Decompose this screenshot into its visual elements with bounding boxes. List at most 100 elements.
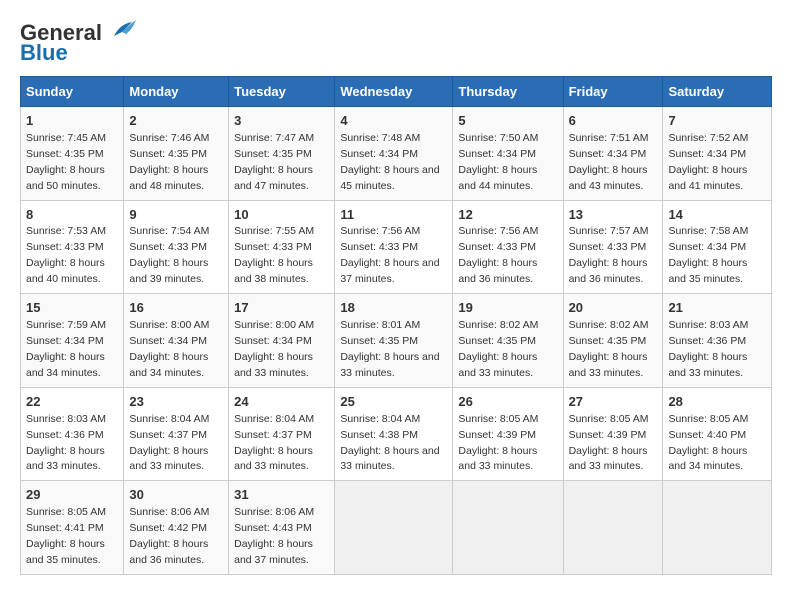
- calendar-week-5: 29Sunrise: 8:05 AMSunset: 4:41 PMDayligh…: [21, 481, 772, 575]
- day-number: 23: [129, 393, 223, 412]
- calendar-cell: 10Sunrise: 7:55 AMSunset: 4:33 PMDayligh…: [229, 200, 335, 294]
- weekday-header-friday: Friday: [563, 77, 663, 107]
- sunrise-info: Sunrise: 7:53 AM: [26, 225, 106, 237]
- daylight-info: Daylight: 8 hours and 33 minutes.: [340, 445, 439, 473]
- daylight-info: Daylight: 8 hours and 36 minutes.: [569, 257, 648, 285]
- weekday-header-sunday: Sunday: [21, 77, 124, 107]
- day-number: 15: [26, 299, 118, 318]
- day-number: 21: [668, 299, 766, 318]
- weekday-header-saturday: Saturday: [663, 77, 772, 107]
- day-number: 13: [569, 206, 658, 225]
- logo-blue: Blue: [20, 40, 68, 66]
- sunrise-info: Sunrise: 7:45 AM: [26, 132, 106, 144]
- day-number: 1: [26, 112, 118, 131]
- sunset-info: Sunset: 4:33 PM: [569, 241, 647, 253]
- day-number: 5: [458, 112, 557, 131]
- day-number: 10: [234, 206, 329, 225]
- day-number: 24: [234, 393, 329, 412]
- page-header: General Blue: [20, 20, 772, 66]
- sunrise-info: Sunrise: 8:03 AM: [668, 319, 748, 331]
- day-number: 6: [569, 112, 658, 131]
- daylight-info: Daylight: 8 hours and 36 minutes.: [129, 538, 208, 566]
- calendar-week-4: 22Sunrise: 8:03 AMSunset: 4:36 PMDayligh…: [21, 387, 772, 481]
- day-number: 28: [668, 393, 766, 412]
- sunrise-info: Sunrise: 8:06 AM: [234, 506, 314, 518]
- calendar-week-1: 1Sunrise: 7:45 AMSunset: 4:35 PMDaylight…: [21, 107, 772, 201]
- sunset-info: Sunset: 4:34 PM: [668, 148, 746, 160]
- day-number: 19: [458, 299, 557, 318]
- calendar-week-3: 15Sunrise: 7:59 AM Sunset: 4:34 PM Dayligh…: [21, 294, 772, 388]
- day-number: 27: [569, 393, 658, 412]
- calendar-cell: 9Sunrise: 7:54 AMSunset: 4:33 PMDaylight…: [124, 200, 229, 294]
- sunrise-info: Sunrise: 8:04 AM: [234, 413, 314, 425]
- calendar-cell: [663, 481, 772, 575]
- sunset-info: Sunset: 4:34 PM: [569, 148, 647, 160]
- calendar-cell: 13Sunrise: 7:57 AM Sunset: 4:33 PM Dayligh…: [563, 200, 663, 294]
- sunset-info: Sunset: 4:38 PM: [340, 429, 418, 441]
- calendar-cell: 2Sunrise: 7:46 AMSunset: 4:35 PMDaylight…: [124, 107, 229, 201]
- day-number: 20: [569, 299, 658, 318]
- sunset-info: Sunset: 4:35 PM: [129, 148, 207, 160]
- sunset-info: Sunset: 4:39 PM: [569, 429, 647, 441]
- calendar-cell: 1Sunrise: 7:45 AMSunset: 4:35 PMDaylight…: [21, 107, 124, 201]
- sunset-info: Sunset: 4:34 PM: [458, 148, 536, 160]
- logo-bird-icon: [106, 18, 138, 40]
- calendar-week-2: 8Sunrise: 7:53 AM Sunset: 4:33 PM Daylight…: [21, 200, 772, 294]
- calendar-cell: 21Sunrise: 8:03 AMSunset: 4:36 PMDayligh…: [663, 294, 772, 388]
- day-number: 8: [26, 206, 118, 225]
- daylight-info: Daylight: 8 hours and 35 minutes.: [668, 257, 747, 285]
- logo: General Blue: [20, 20, 138, 66]
- day-number: 16: [129, 299, 223, 318]
- sunrise-info: Sunrise: 7:59 AM: [26, 319, 106, 331]
- daylight-info: Daylight: 8 hours and 37 minutes.: [234, 538, 313, 566]
- daylight-info: Daylight: 8 hours and 33 minutes.: [458, 445, 537, 473]
- sunset-info: Sunset: 4:34 PM: [129, 335, 207, 347]
- calendar-cell: 14Sunrise: 7:58 AMSunset: 4:34 PMDayligh…: [663, 200, 772, 294]
- sunrise-info: Sunrise: 8:06 AM: [129, 506, 209, 518]
- sunrise-info: Sunrise: 8:04 AM: [129, 413, 209, 425]
- sunset-info: Sunset: 4:36 PM: [26, 429, 104, 441]
- sunset-info: Sunset: 4:37 PM: [234, 429, 312, 441]
- day-number: 18: [340, 299, 447, 318]
- sunrise-info: Sunrise: 7:46 AM: [129, 132, 209, 144]
- sunrise-info: Sunrise: 7:57 AM: [569, 225, 649, 237]
- sunset-info: Sunset: 4:36 PM: [668, 335, 746, 347]
- daylight-info: Daylight: 8 hours and 40 minutes.: [26, 257, 105, 285]
- daylight-info: Daylight: 8 hours and 33 minutes.: [569, 445, 648, 473]
- calendar-cell: 18Sunrise: 8:01 AMSunset: 4:35 PMDayligh…: [335, 294, 453, 388]
- sunset-info: Sunset: 4:34 PM: [234, 335, 312, 347]
- weekday-header-thursday: Thursday: [453, 77, 563, 107]
- sunrise-info: Sunrise: 7:51 AM: [569, 132, 649, 144]
- day-number: 4: [340, 112, 447, 131]
- sunset-info: Sunset: 4:33 PM: [26, 241, 104, 253]
- calendar-cell: 8Sunrise: 7:53 AM Sunset: 4:33 PM Daylight…: [21, 200, 124, 294]
- sunrise-info: Sunrise: 8:00 AM: [129, 319, 209, 331]
- sunset-info: Sunset: 4:35 PM: [569, 335, 647, 347]
- sunrise-info: Sunrise: 8:01 AM: [340, 319, 420, 331]
- sunrise-info: Sunrise: 8:05 AM: [26, 506, 106, 518]
- day-number: 14: [668, 206, 766, 225]
- calendar-cell: 25Sunrise: 8:04 AMSunset: 4:38 PMDayligh…: [335, 387, 453, 481]
- sunset-info: Sunset: 4:35 PM: [234, 148, 312, 160]
- sunrise-info: Sunrise: 8:05 AM: [668, 413, 748, 425]
- daylight-info: Daylight: 8 hours and 34 minutes.: [129, 351, 208, 379]
- sunset-info: Sunset: 4:33 PM: [129, 241, 207, 253]
- sunset-info: Sunset: 4:34 PM: [340, 148, 418, 160]
- sunset-info: Sunset: 4:35 PM: [340, 335, 418, 347]
- day-number: 30: [129, 486, 223, 505]
- sunset-info: Sunset: 4:35 PM: [26, 148, 104, 160]
- sunrise-info: Sunrise: 7:52 AM: [668, 132, 748, 144]
- day-number: 2: [129, 112, 223, 131]
- daylight-info: Daylight: 8 hours and 34 minutes.: [668, 445, 747, 473]
- daylight-info: Daylight: 8 hours and 33 minutes.: [129, 445, 208, 473]
- day-number: 29: [26, 486, 118, 505]
- sunset-info: Sunset: 4:35 PM: [458, 335, 536, 347]
- daylight-info: Daylight: 8 hours and 37 minutes.: [340, 257, 439, 285]
- day-number: 22: [26, 393, 118, 412]
- daylight-info: Daylight: 8 hours and 33 minutes.: [458, 351, 537, 379]
- sunset-info: Sunset: 4:33 PM: [458, 241, 536, 253]
- sunrise-info: Sunrise: 7:47 AM: [234, 132, 314, 144]
- sunset-info: Sunset: 4:33 PM: [340, 241, 418, 253]
- day-number: 25: [340, 393, 447, 412]
- calendar-cell: 6Sunrise: 7:51 AMSunset: 4:34 PMDaylight…: [563, 107, 663, 201]
